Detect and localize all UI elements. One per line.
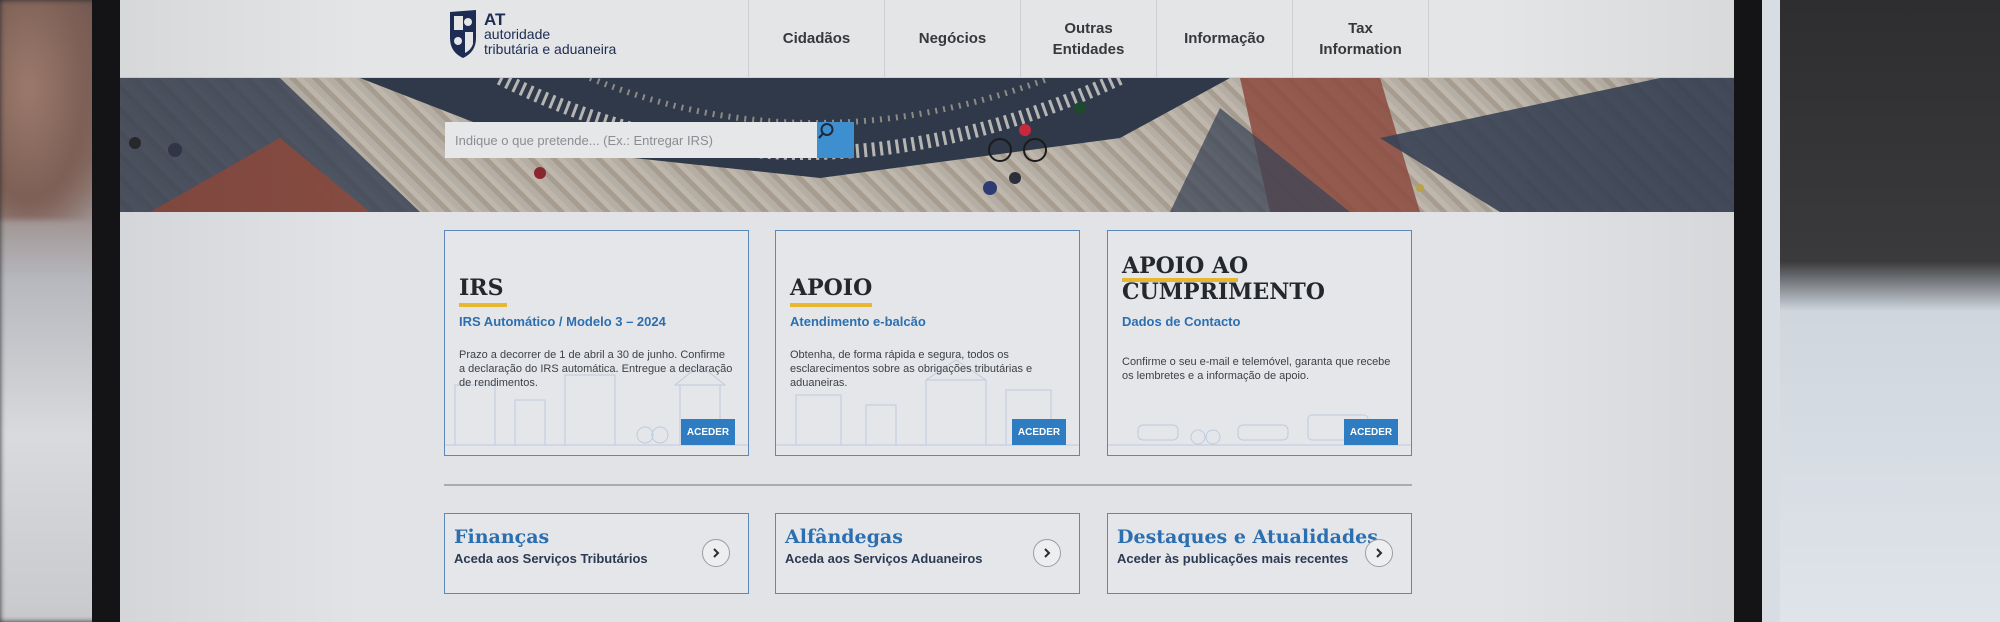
- search-bar: [445, 122, 855, 158]
- monitor-rim: [1762, 0, 1780, 622]
- card-title: IRS: [459, 275, 504, 301]
- card-apoio-cumprimento: APOIO AO CUMPRIMENTO Dados de Contacto C…: [1107, 230, 1412, 456]
- browser-viewport: AT autoridade tributária e aduaneira Cid…: [120, 0, 1734, 622]
- chevron-right-icon[interactable]: [1033, 539, 1061, 567]
- chevron-right-icon[interactable]: [1365, 539, 1393, 567]
- link-alfandegas[interactable]: Alfândegas Aceda aos Serviços Aduaneiros: [775, 513, 1080, 594]
- blurred-hand: [0, 0, 95, 220]
- link-subtitle: Aceda aos Serviços Tributários: [454, 551, 648, 566]
- card-subtitle[interactable]: Atendimento e-balcão: [790, 314, 926, 329]
- search-input[interactable]: [445, 122, 817, 158]
- title-underline: [459, 303, 507, 307]
- card-title: APOIO: [790, 275, 873, 301]
- monitor-bezel-left: [92, 0, 120, 622]
- nav-item-negocios[interactable]: Negócios: [885, 0, 1021, 77]
- aceder-button[interactable]: ACEDER: [1344, 419, 1398, 445]
- link-financas[interactable]: Finanças Aceda aos Serviços Tributários: [444, 513, 749, 594]
- link-subtitle: Aceda aos Serviços Aduaneiros: [785, 551, 983, 566]
- logo-line-2: tributária e aduaneira: [484, 41, 617, 57]
- link-subtitle: Aceder às publicações mais recentes: [1117, 551, 1349, 566]
- nav-item-cidadaos[interactable]: Cidadãos: [749, 0, 885, 77]
- link-destaques[interactable]: Destaques e Atualidades Aceder às public…: [1107, 513, 1412, 594]
- card-subtitle[interactable]: Dados de Contacto: [1122, 314, 1240, 329]
- monitor-bezel-right: [1734, 0, 1762, 622]
- nav-item-tax-information[interactable]: Tax Information: [1293, 0, 1429, 77]
- link-title: Alfândegas: [785, 526, 903, 548]
- section-divider: [444, 484, 1412, 486]
- hero-banner: [120, 78, 1734, 212]
- nav-item-outras-entidades[interactable]: Outras Entidades: [1021, 0, 1157, 77]
- link-title: Destaques e Atualidades: [1117, 526, 1378, 548]
- logo-line-1: autoridade: [484, 26, 551, 42]
- search-icon: [818, 123, 834, 139]
- site-header: AT autoridade tributária e aduaneira Cid…: [120, 0, 1734, 78]
- card-subtitle[interactable]: IRS Automático / Modelo 3 – 2024: [459, 314, 666, 329]
- title-underline: [790, 303, 872, 307]
- title-underline: [1122, 278, 1238, 282]
- shield-logo-icon: [450, 10, 476, 58]
- chevron-right-icon[interactable]: [702, 539, 730, 567]
- card-apoio: APOIO Atendimento e-balcão Obtenha, de f…: [775, 230, 1080, 456]
- search-button[interactable]: [817, 122, 854, 158]
- link-title: Finanças: [454, 526, 550, 548]
- nav-item-informacao[interactable]: Informação: [1157, 0, 1293, 77]
- compass-mosaic-image: [120, 78, 1734, 212]
- aceder-button[interactable]: ACEDER: [1012, 419, 1066, 445]
- card-description: Prazo a decorrer de 1 de abril a 30 de j…: [459, 349, 733, 389]
- card-description: Obtenha, de forma rápida e segura, todos…: [790, 349, 1033, 389]
- at-logo[interactable]: AT autoridade tributária e aduaneira: [446, 8, 646, 62]
- background-right: [1762, 0, 2000, 622]
- card-description: Confirme o seu e-mail e telemóvel, garan…: [1122, 356, 1391, 382]
- card-irs: IRS IRS Automático / Modelo 3 – 2024 Pra…: [444, 230, 749, 456]
- aceder-button[interactable]: ACEDER: [681, 419, 735, 445]
- main-nav: Cidadãos Negócios Outras Entidades Infor…: [748, 0, 1429, 77]
